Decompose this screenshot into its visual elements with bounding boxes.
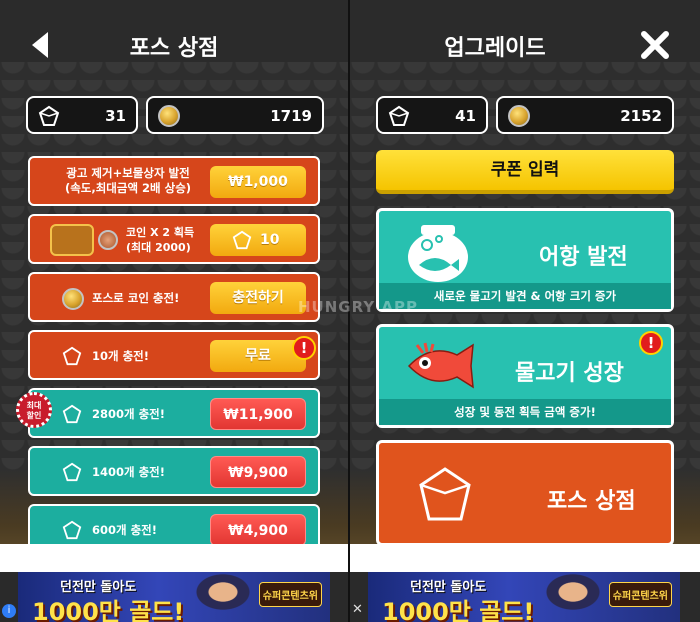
coin-counter: 1719: [146, 96, 324, 134]
gem-icon: [38, 105, 60, 126]
ad-banner-left[interactable]: 던전만 돌아도 1000만 골드! 슈퍼콘텐츠위: [18, 572, 330, 622]
gem-icon: [62, 346, 82, 366]
card-heading: 어항 발전: [539, 245, 628, 270]
coin-icon: [158, 105, 180, 127]
row-label: 1400개 충전!: [92, 465, 165, 479]
page-title: 포스 상점: [129, 36, 219, 61]
ad-character-image: [178, 572, 268, 622]
row-label: 코인 X 2 획득 (최대 2000): [126, 226, 195, 254]
gem-icon: [388, 105, 410, 126]
watermark: HUNGRY APP: [298, 298, 419, 316]
ad-info-icon[interactable]: i: [2, 604, 16, 618]
card-tank-upgrade[interactable]: 어항 발전 새로운 물고기 발견 & 어항 크기 증가: [376, 208, 674, 312]
card-force-shop[interactable]: 포스 상점: [376, 440, 674, 546]
coupon-button[interactable]: 쿠폰 입력: [376, 150, 674, 194]
ad-gap: [0, 544, 348, 572]
page-title: 업그레이드: [444, 36, 546, 61]
gem-icon: [62, 404, 82, 424]
copper-coin-icon: [98, 230, 118, 250]
buy-button-2800[interactable]: ₩11,900: [210, 398, 306, 430]
coin-icon: [508, 105, 530, 127]
red-fish-icon: [407, 342, 474, 389]
gem-icon: [62, 462, 82, 482]
ad-banner-right[interactable]: 던전만 돌아도 1000만 골드! 슈퍼콘텐츠위: [368, 572, 680, 622]
card-heading: 포스 상점: [547, 489, 636, 514]
alert-icon: !: [639, 331, 663, 355]
gem-counter: 31: [26, 96, 138, 134]
card-caption: 성장 및 동전 획득 금액 증가!: [379, 399, 671, 425]
gem-icon: [62, 520, 82, 540]
row-label: 광고 제거+보물상자 발전 (속도,최대금액 2배 상승): [64, 166, 192, 195]
gem-count: 31: [105, 107, 126, 125]
coin-icon: [62, 288, 84, 310]
coin-count: 1719: [270, 107, 312, 125]
buy-button-1400[interactable]: ₩9,900: [210, 456, 306, 488]
shop-row-force-to-coin[interactable]: 포스로 코인 충전! 충전하기: [28, 272, 320, 322]
max-discount-badge: 최대 할인: [16, 392, 52, 428]
coin-count: 2152: [620, 107, 662, 125]
ad-logo: 슈퍼콘텐츠위: [608, 582, 672, 607]
shop-row-double-coin[interactable]: 코인 X 2 획득 (최대 2000) 10: [28, 214, 320, 264]
alert-icon: !: [292, 336, 316, 360]
shop-row-1400[interactable]: 1400개 충전! ₩9,900: [28, 446, 320, 496]
close-icon[interactable]: [640, 30, 670, 60]
row-label: 포스로 코인 충전!: [92, 291, 180, 305]
gem-icon: [419, 467, 471, 521]
gem-price: 10: [260, 232, 280, 248]
card-caption: 새로운 물고기 발견 & 어항 크기 증가: [379, 283, 671, 309]
charge-button[interactable]: 충전하기: [210, 282, 306, 314]
gem-counter: 41: [376, 96, 488, 134]
shop-row-remove-ads[interactable]: 광고 제거+보물상자 발전 (속도,최대금액 2배 상승) ₩1,000: [28, 156, 320, 206]
buy-button-600[interactable]: ₩4,900: [210, 514, 306, 546]
ad-character-image: [528, 572, 618, 622]
row-label: 2800개 충전!: [92, 407, 165, 421]
gem-count: 41: [455, 107, 476, 125]
shop-panel: 포스 상점 31 1719 광고 제거+보물상자 발전 (속도,최대금액 2배 …: [0, 0, 348, 622]
buy-button-double-coin[interactable]: 10: [210, 224, 306, 256]
ad-logo: 슈퍼콘텐츠위: [258, 582, 322, 607]
treasure-chest-icon: [50, 224, 94, 256]
row-label: 600개 충전!: [92, 523, 157, 537]
gem-icon: [232, 230, 252, 250]
card-fish-growth[interactable]: 물고기 성장 성장 및 동전 획득 금액 증가! !: [376, 324, 674, 428]
shop-row-2800[interactable]: 2800개 충전! ₩11,900: [28, 388, 320, 438]
fishbowl-icon: [408, 225, 468, 282]
shop-row-10-free[interactable]: 10개 충전! 무료 !: [28, 330, 320, 380]
buy-button-remove-ads[interactable]: ₩1,000: [210, 166, 306, 198]
coin-counter: 2152: [496, 96, 674, 134]
ad-line2: 1000만 골드!: [32, 598, 185, 622]
ad-close-icon[interactable]: ✕: [352, 602, 363, 617]
row-label: 10개 충전!: [92, 349, 149, 363]
ad-line2: 1000만 골드!: [382, 598, 535, 622]
ad-gap: [350, 544, 700, 572]
card-heading: 물고기 성장: [515, 361, 624, 386]
